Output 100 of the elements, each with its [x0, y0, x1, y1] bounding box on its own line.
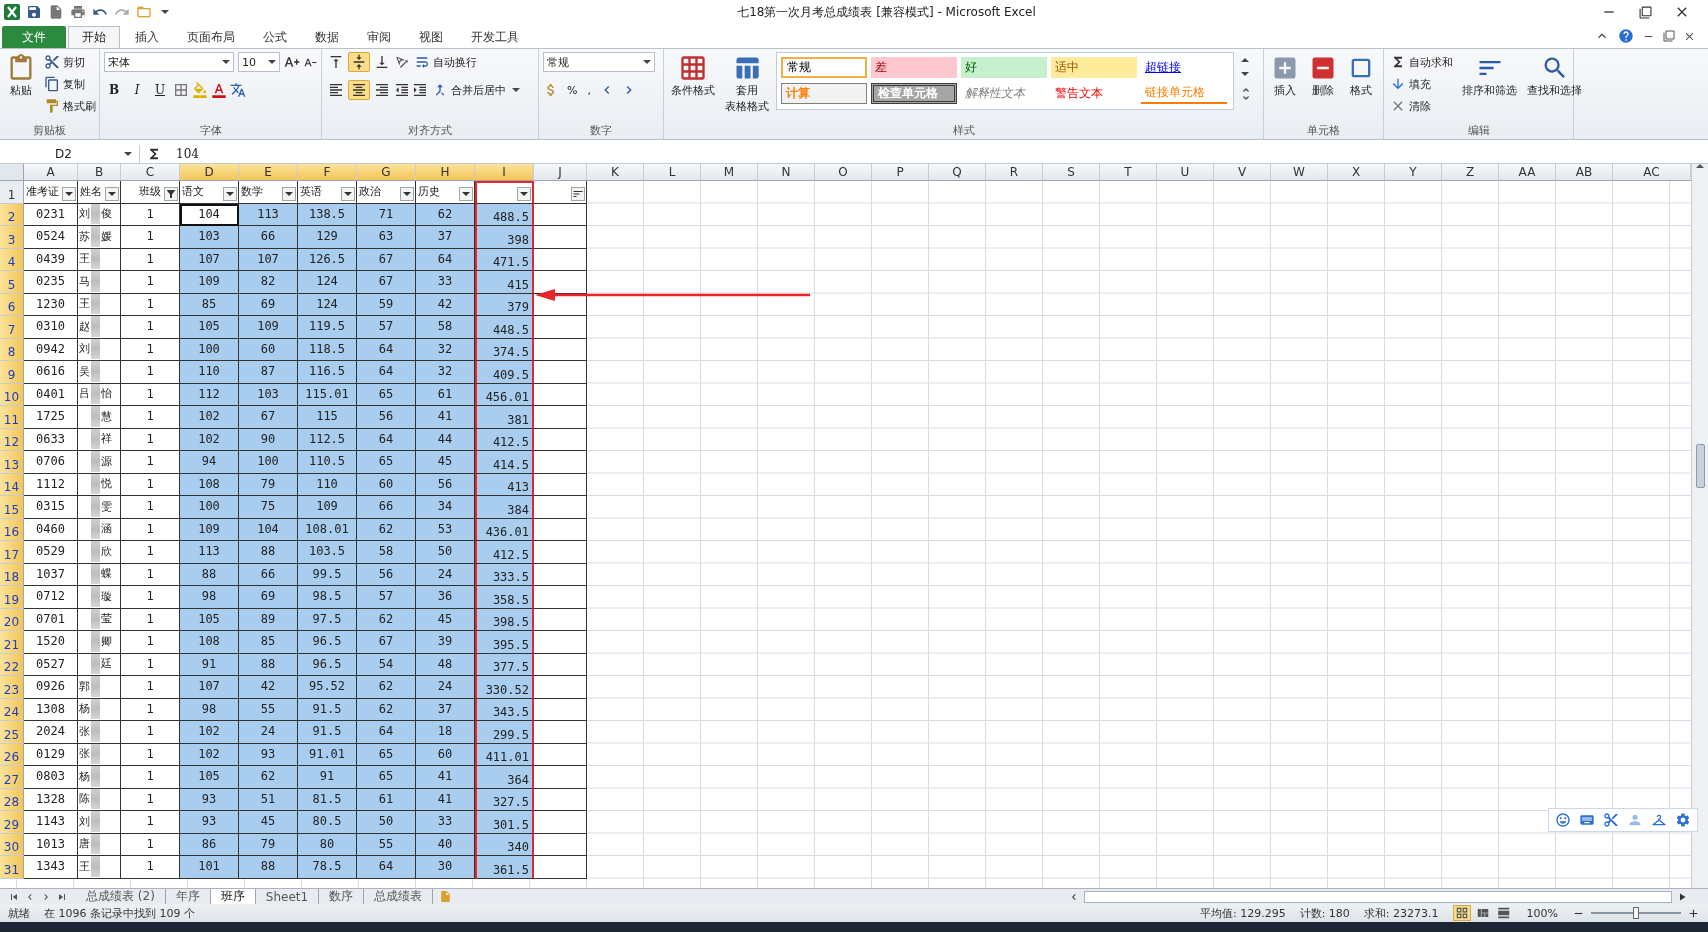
column-header[interactable]: A — [24, 164, 78, 181]
settings-icon[interactable] — [1675, 812, 1691, 828]
font-name-field[interactable]: 宋体 — [104, 52, 234, 72]
grow-font-icon[interactable] — [284, 54, 300, 70]
row-header[interactable]: 25 — [0, 721, 24, 744]
row-header[interactable]: 28 — [0, 788, 24, 811]
text-orientation-icon[interactable] — [394, 54, 410, 70]
paste-button[interactable]: 粘贴 — [4, 52, 38, 123]
row-header[interactable]: 13 — [0, 451, 24, 474]
filter-dropdown-button[interactable] — [517, 186, 531, 201]
number-style-button[interactable]: % — [565, 80, 580, 100]
ribbon-tab[interactable]: 视图 — [406, 26, 456, 48]
fill-color-icon[interactable] — [192, 82, 208, 98]
column-header[interactable]: AC — [1613, 164, 1691, 181]
scroll-up-icon[interactable] — [1696, 164, 1704, 168]
column-header[interactable]: B — [78, 164, 121, 181]
row-header[interactable]: 31 — [0, 856, 24, 879]
row-header[interactable]: 26 — [0, 743, 24, 766]
cell-style-option[interactable]: 超链接 — [1141, 57, 1227, 78]
conditional-format-button[interactable]: 条件格式 — [668, 52, 718, 123]
ribbon-tab[interactable]: 数据 — [302, 26, 352, 48]
row-header[interactable]: 29 — [0, 811, 24, 834]
column-header[interactable]: K — [587, 164, 644, 181]
scissors-icon[interactable] — [1603, 812, 1619, 828]
phonetic-icon[interactable] — [230, 82, 246, 98]
cells-button[interactable]: 格式 — [1344, 52, 1378, 123]
column-header[interactable]: S — [1043, 164, 1100, 181]
row-header[interactable]: 20 — [0, 608, 24, 631]
column-header[interactable]: F — [298, 164, 357, 181]
keyboard-icon[interactable] — [1579, 812, 1595, 828]
fill-button[interactable]: 填充 — [1388, 74, 1455, 94]
number-format-field[interactable]: 常规 — [543, 52, 655, 72]
row-header[interactable]: 6 — [0, 293, 24, 316]
filter-active-button[interactable] — [164, 186, 178, 201]
horizontal-scrollbar[interactable] — [1084, 890, 1672, 903]
horizontal-align-button[interactable] — [348, 80, 370, 100]
row-header[interactable]: 7 — [0, 316, 24, 339]
restore-icon[interactable] — [1639, 4, 1652, 20]
column-header[interactable]: Y — [1385, 164, 1442, 181]
row-header[interactable]: 14 — [0, 473, 24, 496]
formula-input[interactable]: 104 — [168, 144, 1708, 163]
filter-dropdown-button[interactable] — [105, 186, 119, 201]
row-header[interactable]: 22 — [0, 653, 24, 676]
sheet-tab[interactable]: 班序 — [210, 889, 256, 904]
column-header[interactable]: V — [1214, 164, 1271, 181]
column-header[interactable]: N — [758, 164, 815, 181]
find-select-button[interactable]: 查找和选择 — [1524, 52, 1585, 123]
filter-dropdown-button[interactable] — [223, 186, 237, 201]
row-header[interactable]: 10 — [0, 383, 24, 406]
increase-indent-icon[interactable] — [412, 82, 428, 98]
filter-dropdown-button[interactable] — [341, 186, 355, 201]
column-header[interactable]: G — [357, 164, 416, 181]
column-header[interactable]: AA — [1499, 164, 1556, 181]
column-header[interactable]: X — [1328, 164, 1385, 181]
format-button[interactable]: I — [127, 80, 147, 100]
ribbon-tab[interactable]: 公式 — [250, 26, 300, 48]
format-button[interactable]: U — [150, 80, 170, 100]
row-header[interactable]: 12 — [0, 428, 24, 451]
column-header[interactable]: AB — [1556, 164, 1613, 181]
scrollbar-thumb[interactable] — [1695, 444, 1705, 488]
zoom-slider-thumb[interactable] — [1633, 907, 1639, 919]
column-header[interactable]: O — [815, 164, 872, 181]
column-header[interactable]: P — [872, 164, 929, 181]
column-header[interactable]: T — [1100, 164, 1157, 181]
cell-style-option[interactable]: 解释性文本 — [961, 82, 1047, 104]
row-header[interactable]: 9 — [0, 361, 24, 384]
cells-button[interactable]: 插入 — [1268, 52, 1302, 123]
row-header[interactable]: 15 — [0, 496, 24, 519]
column-header[interactable]: E — [239, 164, 298, 181]
decrease-indent-icon[interactable] — [394, 82, 410, 98]
cells-button[interactable]: 删除 — [1306, 52, 1340, 123]
filter-dropdown-button[interactable] — [400, 186, 414, 201]
save-icon[interactable] — [26, 4, 42, 20]
ribbon-tab[interactable]: 插入 — [122, 26, 172, 48]
merge-center-button[interactable]: 合并后居中 — [430, 80, 525, 100]
format-button[interactable]: B — [104, 80, 124, 100]
row-header[interactable]: 19 — [0, 586, 24, 609]
column-header[interactable]: C — [121, 164, 180, 181]
wrap-text-button[interactable]: 自动换行 — [412, 52, 479, 72]
row-header[interactable]: 21 — [0, 631, 24, 654]
column-header[interactable]: H — [416, 164, 475, 181]
ribbon-tab[interactable]: 审阅 — [354, 26, 404, 48]
help-icon[interactable] — [1618, 28, 1634, 44]
sort-button[interactable] — [571, 186, 585, 201]
view-button[interactable] — [1452, 905, 1471, 921]
column-header[interactable]: R — [986, 164, 1043, 181]
cell-style-option[interactable]: 好 — [961, 57, 1047, 78]
column-header[interactable]: Q — [929, 164, 986, 181]
borders-icon[interactable] — [173, 82, 189, 98]
row-header[interactable]: 27 — [0, 766, 24, 789]
row-header[interactable]: 5 — [0, 271, 24, 294]
filter-dropdown-button[interactable] — [459, 186, 473, 201]
row-header[interactable]: 11 — [0, 406, 24, 429]
cell-style-option[interactable]: 差 — [871, 57, 957, 78]
column-header[interactable]: U — [1157, 164, 1214, 181]
print-preview-icon[interactable] — [70, 4, 86, 20]
row-header[interactable]: 1 — [0, 181, 24, 204]
cell-style-option[interactable]: 警告文本 — [1051, 82, 1137, 104]
number-style-button[interactable]: , — [585, 80, 593, 100]
filter-dropdown-button[interactable] — [282, 186, 296, 201]
